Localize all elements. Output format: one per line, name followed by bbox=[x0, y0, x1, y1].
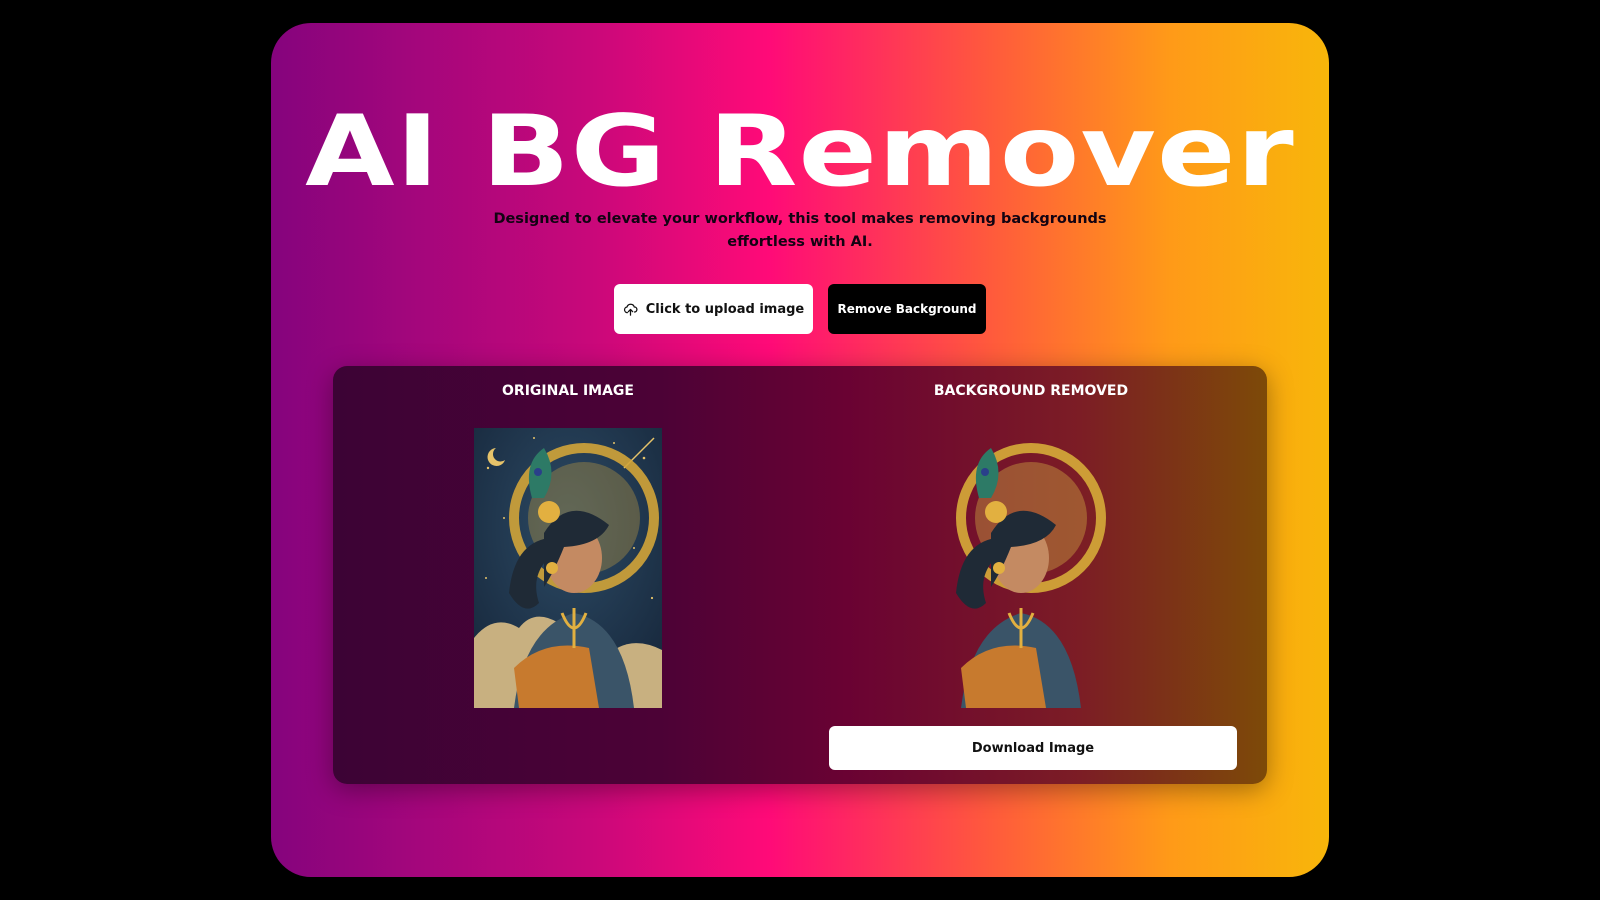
subtitle-line-1: Designed to elevate your workflow, this … bbox=[493, 211, 1107, 227]
original-image bbox=[474, 428, 662, 708]
page-title: AI BG Remover bbox=[305, 95, 1295, 209]
download-image-button[interactable]: Download Image bbox=[829, 726, 1237, 770]
background-removed-heading: BACKGROUND REMOVED bbox=[933, 383, 1129, 399]
cloud-upload-icon bbox=[623, 303, 638, 316]
remove-background-button[interactable]: Remove Background bbox=[828, 284, 986, 334]
results-panel: ORIGINAL IMAGE BACKGROUND REMOVED Downlo… bbox=[333, 366, 1267, 784]
upload-image-button[interactable]: Click to upload image bbox=[614, 284, 813, 334]
page-subtitle: Designed to elevate your workflow, this … bbox=[271, 208, 1329, 254]
upload-image-label: Click to upload image bbox=[645, 301, 805, 317]
background-removed-image bbox=[937, 428, 1125, 708]
subtitle-line-2: effortless with AI. bbox=[727, 234, 873, 250]
app-card: AI BG Remover Designed to elevate your w… bbox=[271, 23, 1329, 877]
original-image-heading: ORIGINAL IMAGE bbox=[502, 383, 634, 399]
